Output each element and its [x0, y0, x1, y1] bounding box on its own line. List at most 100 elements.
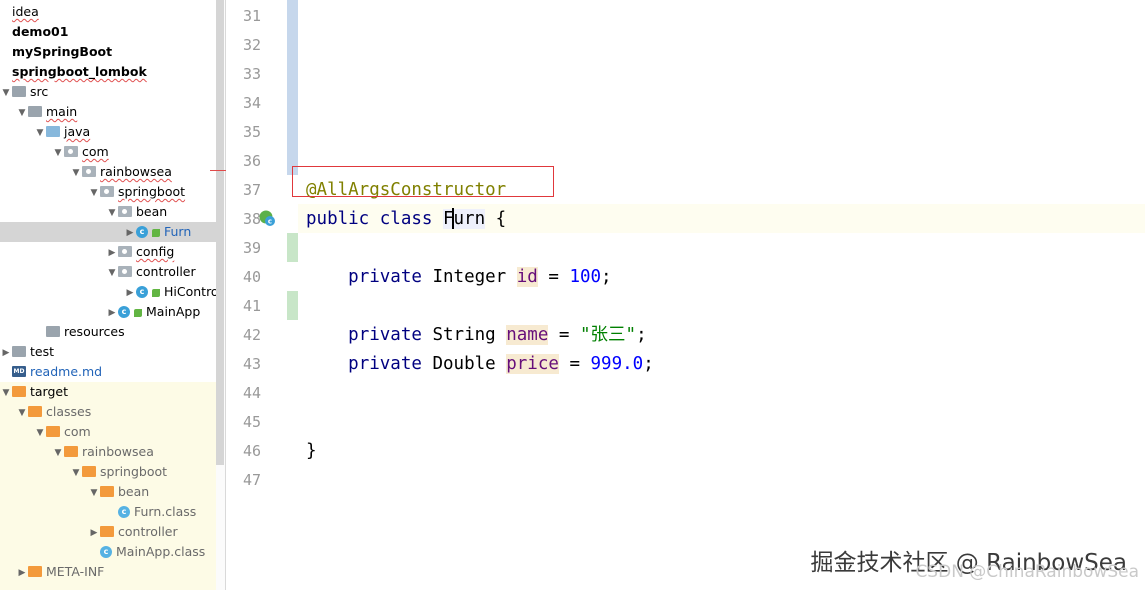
line-number: 41 — [242, 297, 262, 315]
chevron-right-icon[interactable]: ▶ — [88, 523, 100, 543]
tree-item-label: java — [64, 124, 91, 139]
chevron-down-icon[interactable]: ▼ — [106, 203, 118, 223]
line-number: 34 — [242, 94, 262, 112]
chevron-down-icon[interactable]: ▼ — [70, 463, 82, 483]
code-editor[interactable]: @AllArgsConstructor public class Furn { p… — [298, 0, 1145, 590]
java-class-icon: c — [118, 505, 130, 518]
annotation-mark — [210, 170, 226, 171]
tree-item[interactable]: MD readme.md — [0, 362, 102, 382]
tree-item[interactable]: mySpringBoot — [0, 42, 112, 62]
code-line[interactable]: } — [306, 437, 317, 466]
chevron-down-icon[interactable]: ▼ — [88, 183, 100, 203]
folder-icon — [100, 526, 114, 537]
chevron-right-icon[interactable]: ▶ — [0, 343, 12, 363]
chevron-down-icon[interactable]: ▼ — [88, 483, 100, 503]
tree-item[interactable]: idea — [0, 2, 39, 22]
code-line[interactable]: private String name = "张三"; — [306, 321, 647, 350]
chevron-down-icon[interactable]: ▼ — [16, 403, 28, 423]
line-number: 43 — [242, 355, 262, 373]
tree-item[interactable]: ▶ c Furn — [0, 222, 225, 242]
watermark-sub-text: CSDN @ChinaRainbowSea — [915, 562, 1139, 582]
tree-item[interactable]: ▼ main — [0, 102, 78, 123]
tree-item-label: META-INF — [46, 564, 105, 579]
tree-item[interactable]: demo01 — [0, 22, 68, 42]
code-line[interactable]: public class Furn { — [306, 205, 506, 234]
tree-item[interactable]: ▼ bean — [0, 482, 150, 503]
tree-item[interactable]: ▼ rainbowsea — [0, 162, 172, 182]
tree-item-label: mySpringBoot — [12, 44, 113, 59]
java-class-icon: c — [136, 225, 148, 238]
package-icon — [82, 166, 96, 177]
tree-item[interactable]: resources — [0, 322, 125, 342]
tree-item[interactable]: ▼ target — [0, 382, 68, 402]
chevron-down-icon[interactable]: ▼ — [34, 423, 46, 443]
tree-item[interactable]: ▼ com — [0, 422, 91, 442]
lombok-class-gutter-icon[interactable]: c — [258, 209, 276, 227]
code-line[interactable]: private Integer id = 100; — [306, 263, 612, 292]
tree-item[interactable]: ▼ classes — [0, 402, 92, 423]
package-icon — [118, 206, 132, 217]
tree-item[interactable]: ▼ com — [0, 142, 109, 162]
chevron-down-icon[interactable]: ▼ — [106, 263, 118, 283]
folder-icon — [28, 106, 42, 117]
tree-item-label: target — [30, 384, 69, 399]
chevron-right-icon[interactable]: ▶ — [124, 283, 136, 303]
line-number: 36 — [242, 152, 262, 170]
chevron-right-icon[interactable]: ▶ — [106, 243, 118, 263]
spring-bean-icon — [152, 228, 160, 237]
folder-icon — [46, 426, 60, 437]
tree-item[interactable]: ▼ bean — [0, 202, 168, 223]
folder-icon — [46, 326, 60, 337]
package-icon — [100, 186, 114, 197]
tree-item[interactable]: c MainApp.class — [0, 542, 205, 562]
highlight-box — [292, 166, 554, 197]
spring-bean-icon — [152, 288, 160, 297]
chevron-down-icon[interactable]: ▼ — [0, 83, 12, 103]
tree-item-label: controller — [136, 264, 196, 279]
vcs-change-marker — [287, 0, 298, 175]
tree-item[interactable]: ▶ test — [0, 342, 54, 362]
chevron-right-icon[interactable]: ▶ — [124, 223, 136, 243]
chevron-right-icon[interactable]: ▶ — [16, 563, 28, 583]
text-caret — [452, 208, 454, 229]
tree-item-label: controller — [118, 524, 178, 539]
chevron-down-icon[interactable]: ▼ — [52, 443, 64, 463]
chevron-down-icon[interactable]: ▼ — [0, 383, 12, 403]
code-line[interactable]: private Double price = 999.0; — [306, 350, 654, 379]
tree-item-label: Furn — [164, 224, 192, 239]
tree-item[interactable]: ▼ springboot — [0, 182, 186, 203]
tree-item-label: classes — [46, 404, 92, 419]
folder-icon — [28, 406, 42, 417]
tree-scrollbar-thumb[interactable] — [216, 0, 224, 465]
tree-item[interactable]: ▼ java — [0, 122, 91, 143]
package-icon — [118, 266, 132, 277]
chevron-down-icon[interactable]: ▼ — [52, 143, 64, 163]
tree-item[interactable]: ▶ c MainApp — [0, 302, 201, 323]
java-class-icon: c — [118, 305, 130, 318]
tree-item[interactable]: ▶ META-INF — [0, 562, 105, 583]
tree-item-label: idea — [12, 4, 39, 19]
tree-item[interactable]: ▼ rainbowsea — [0, 442, 154, 462]
tree-item[interactable]: ▶ c HiControlle — [0, 282, 234, 303]
tree-item-label: springboot — [118, 184, 186, 199]
chevron-down-icon[interactable]: ▼ — [70, 163, 82, 183]
tree-item[interactable]: ▶ controller — [0, 522, 178, 542]
folder-icon — [82, 466, 96, 477]
folder-icon — [46, 126, 60, 137]
line-number: 44 — [242, 384, 262, 402]
line-number: 35 — [242, 123, 262, 141]
tree-item-label: springboot_lombok — [12, 64, 147, 79]
folder-icon — [12, 346, 26, 357]
tree-item[interactable]: ▼ controller — [0, 262, 196, 282]
chevron-down-icon[interactable]: ▼ — [16, 103, 28, 123]
tree-item[interactable]: ▼ src — [0, 82, 49, 103]
tree-item[interactable]: c Furn.class — [0, 502, 196, 522]
tree-item[interactable]: ▼ springboot — [0, 462, 168, 483]
chevron-down-icon[interactable]: ▼ — [34, 123, 46, 143]
tree-item[interactable]: springboot_lombok — [0, 62, 147, 82]
tree-item-label: rainbowsea — [82, 444, 154, 459]
chevron-right-icon[interactable]: ▶ — [106, 303, 118, 323]
tree-item[interactable]: ▶ config — [0, 242, 175, 263]
line-number-gutter: 31 32 33 34 35 36 37 38 39 40 41 42 43 44 45 46 47 — [226, 0, 289, 590]
svg-text:c: c — [268, 218, 272, 226]
